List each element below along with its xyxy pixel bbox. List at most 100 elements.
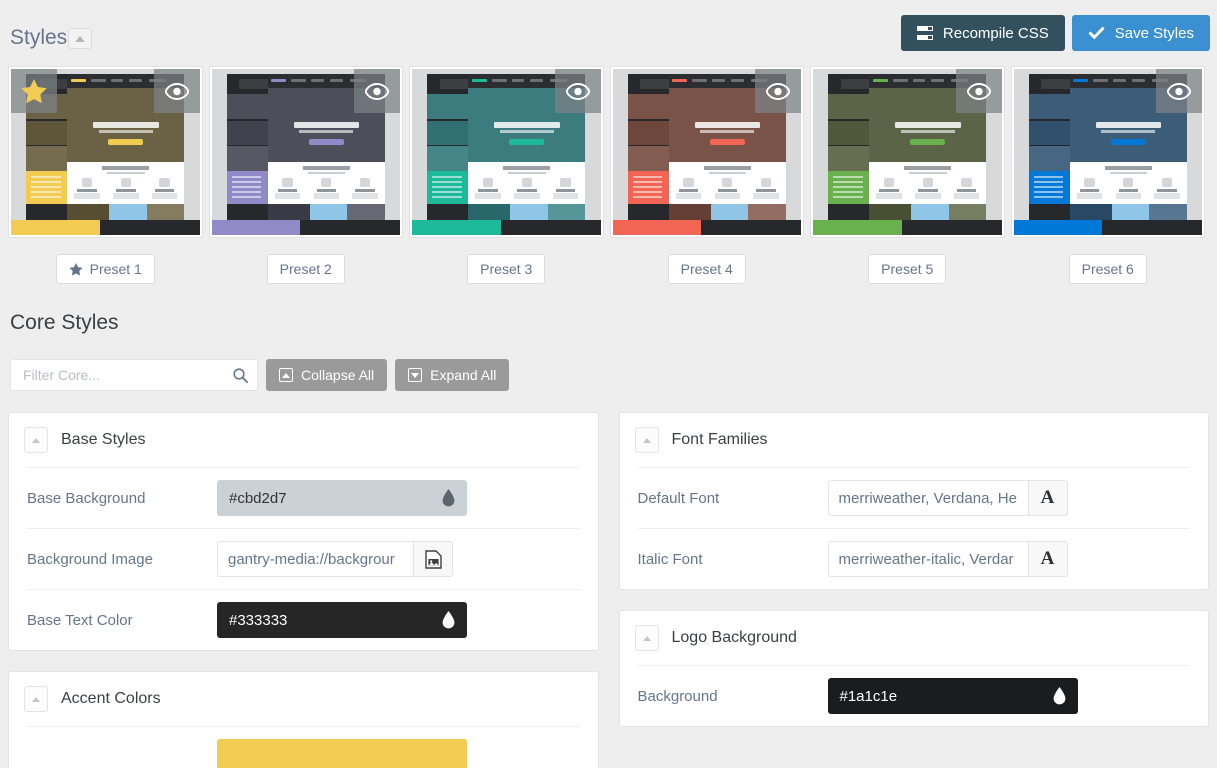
caret-up-icon bbox=[32, 696, 40, 702]
preset-label-text: Preset 1 bbox=[89, 261, 142, 277]
panel-font-families: Font Families Default Font A Italic Font bbox=[618, 412, 1209, 590]
preset-label-text: Preset 6 bbox=[1081, 261, 1134, 277]
base-background-color-input[interactable]: #cbd2d7 bbox=[217, 480, 467, 516]
expand-box-icon bbox=[408, 368, 423, 382]
preset-label-text: Preset 3 bbox=[480, 261, 533, 277]
preset-1: Preset 1 bbox=[8, 66, 203, 284]
caret-up-icon bbox=[642, 437, 651, 443]
field-base-text-color: Base Text Color #333333 bbox=[27, 589, 580, 650]
field-label: Background bbox=[637, 687, 718, 705]
default-font-group: A bbox=[827, 480, 1068, 516]
image-picker-button[interactable] bbox=[413, 541, 453, 577]
preset-preview-button[interactable] bbox=[755, 69, 801, 113]
header-actions: Recompile CSS Save Styles bbox=[900, 15, 1210, 51]
search-input[interactable] bbox=[11, 367, 257, 383]
color-value: #333333 bbox=[229, 611, 288, 629]
field-logo-background: Background #1a1c1e bbox=[637, 665, 1190, 726]
font-picker-icon: A bbox=[1040, 548, 1055, 569]
preset-thumbnail[interactable] bbox=[409, 66, 604, 238]
filter-core-field[interactable] bbox=[10, 359, 258, 391]
core-styles-toolbar: Collapse All Expand All bbox=[10, 359, 1217, 391]
preset-preview-button[interactable] bbox=[554, 69, 601, 113]
panel-logo-background-title: Logo Background bbox=[671, 629, 797, 646]
italic-font-group: A bbox=[827, 541, 1068, 577]
panel-accent-colors-toggle[interactable] bbox=[24, 686, 48, 712]
preset-thumbnail[interactable] bbox=[609, 66, 804, 238]
color-picker-droplet-icon bbox=[1053, 687, 1065, 705]
preset-label-text: Preset 5 bbox=[881, 261, 934, 277]
settings-columns: Base Styles Base Background #cbd2d7 Back… bbox=[0, 412, 1217, 768]
recompile-css-button[interactable]: Recompile CSS bbox=[900, 15, 1065, 51]
preset-3: Preset 3 bbox=[409, 66, 604, 284]
color-picker-droplet-icon bbox=[442, 489, 455, 507]
panel-font-families-toggle[interactable] bbox=[634, 427, 659, 453]
preset-thumbnail[interactable] bbox=[1010, 66, 1205, 238]
expand-all-button[interactable]: Expand All bbox=[395, 359, 510, 391]
field-label: Italic Font bbox=[637, 550, 703, 568]
search-icon bbox=[233, 368, 248, 383]
preset-label-button[interactable]: Preset 4 bbox=[667, 254, 746, 284]
page-title: Styles bbox=[10, 26, 68, 49]
field-default-font: Default Font A bbox=[637, 467, 1190, 528]
panel-accent-colors: Accent Colors bbox=[8, 671, 599, 768]
background-image-input[interactable] bbox=[217, 541, 413, 577]
field-italic-font: Italic Font A bbox=[637, 528, 1190, 589]
page-header: Styles Recompile CSS Save Styles bbox=[0, 0, 1217, 66]
collapse-all-label: Collapse All bbox=[301, 367, 375, 383]
check-icon bbox=[1088, 26, 1105, 40]
preset-label-text: Preset 2 bbox=[279, 261, 332, 277]
core-styles-heading: Core Styles bbox=[10, 311, 119, 334]
field-label: Base Background bbox=[27, 489, 146, 507]
font-picker-button[interactable]: A bbox=[1027, 480, 1068, 516]
preset-preview-button[interactable] bbox=[955, 69, 1002, 113]
field-label: Base Text Color bbox=[27, 611, 133, 629]
preset-list: Preset 1 Preset 2 Preset 3 Preset 4 Pres… bbox=[0, 66, 1217, 284]
preset-label-button[interactable]: Preset 3 bbox=[467, 254, 546, 284]
logo-background-color-input[interactable]: #1a1c1e bbox=[827, 678, 1078, 714]
preset-thumbnail[interactable] bbox=[8, 66, 203, 238]
right-column: Font Families Default Font A Italic Font bbox=[618, 412, 1209, 768]
star-icon bbox=[21, 78, 47, 103]
preset-preview-button[interactable] bbox=[354, 69, 400, 113]
background-image-group bbox=[217, 541, 453, 577]
panel-base-styles-title: Base Styles bbox=[61, 431, 146, 448]
star-icon bbox=[69, 262, 83, 276]
eye-icon bbox=[365, 82, 389, 100]
image-picker-icon bbox=[424, 549, 442, 569]
preset-label-button[interactable]: Preset 6 bbox=[1068, 254, 1147, 284]
preset-label-button[interactable]: Preset 2 bbox=[266, 254, 345, 284]
preset-favorite-button[interactable] bbox=[11, 69, 57, 113]
preset-preview-button[interactable] bbox=[1156, 69, 1202, 113]
preset-label-text: Preset 4 bbox=[680, 261, 733, 277]
panel-font-families-body: Default Font A Italic Font A bbox=[620, 467, 1209, 589]
preset-label-button[interactable]: Preset 5 bbox=[868, 254, 947, 284]
default-font-input[interactable] bbox=[827, 480, 1028, 516]
panel-logo-background-body: Background #1a1c1e bbox=[620, 665, 1209, 726]
eye-icon bbox=[565, 82, 590, 100]
color-value: #1a1c1e bbox=[839, 687, 898, 705]
panel-logo-background-toggle[interactable] bbox=[634, 625, 659, 651]
base-text-color-input[interactable]: #333333 bbox=[217, 602, 467, 638]
collapse-box-icon bbox=[279, 368, 293, 382]
panel-font-families-header: Font Families bbox=[620, 413, 1209, 467]
accent-color-1-input[interactable] bbox=[217, 739, 467, 768]
preset-thumbnail[interactable] bbox=[810, 66, 1005, 238]
color-value: #cbd2d7 bbox=[229, 489, 287, 507]
save-styles-button[interactable]: Save Styles bbox=[1071, 15, 1210, 51]
font-picker-icon: A bbox=[1040, 487, 1055, 508]
preset-preview-button[interactable] bbox=[153, 69, 200, 113]
caret-up-icon bbox=[32, 437, 40, 443]
preset-6: Preset 6 bbox=[1010, 66, 1205, 284]
font-picker-button[interactable]: A bbox=[1027, 541, 1068, 577]
panel-base-styles-toggle[interactable] bbox=[24, 427, 48, 453]
styles-collapse-toggle[interactable] bbox=[68, 28, 92, 49]
panel-base-styles: Base Styles Base Background #cbd2d7 Back… bbox=[8, 412, 599, 651]
panel-accent-colors-header: Accent Colors bbox=[9, 672, 598, 726]
italic-font-input[interactable] bbox=[827, 541, 1028, 577]
preset-label-button[interactable]: Preset 1 bbox=[55, 254, 155, 284]
caret-up-icon bbox=[75, 35, 85, 42]
collapse-all-button[interactable]: Collapse All bbox=[266, 359, 388, 391]
eye-icon bbox=[164, 82, 189, 100]
caret-up-icon bbox=[642, 635, 651, 641]
preset-thumbnail[interactable] bbox=[208, 66, 403, 238]
